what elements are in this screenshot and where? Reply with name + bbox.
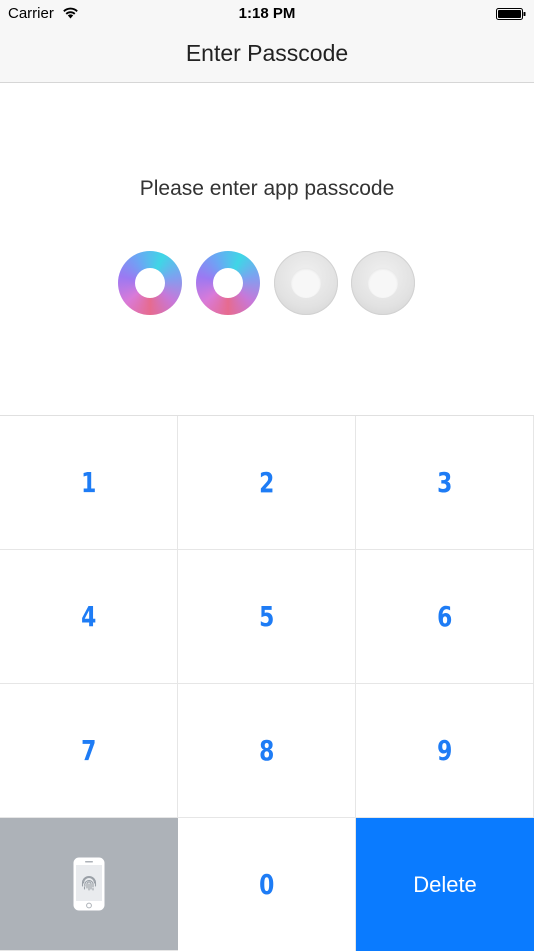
key-label: 5	[258, 600, 275, 633]
delete-label: Delete	[413, 871, 477, 897]
passcode-dot-empty	[274, 251, 338, 315]
passcode-dot-filled	[118, 251, 182, 315]
key-0[interactable]: 0	[178, 818, 356, 951]
key-5[interactable]: 5	[178, 550, 356, 684]
key-7[interactable]: 7	[0, 684, 178, 818]
key-3[interactable]: 3	[356, 416, 534, 550]
passcode-dot-empty	[351, 251, 415, 315]
key-label: 7	[80, 734, 97, 767]
battery-icon	[496, 8, 526, 20]
key-label: 0	[258, 868, 275, 901]
key-label: 4	[80, 600, 97, 633]
key-6[interactable]: 6	[356, 550, 534, 684]
phone-fingerprint-icon	[73, 857, 105, 911]
key-label: 8	[258, 734, 275, 767]
key-label: 1	[80, 466, 97, 499]
passcode-prompt: Please enter app passcode	[139, 177, 395, 200]
keypad: 1 2 3 4 5 6 7 8 9 0 Delete	[0, 415, 534, 951]
key-label: 6	[436, 600, 453, 633]
key-2[interactable]: 2	[178, 416, 356, 550]
key-label: 3	[436, 466, 453, 499]
passcode-dot-filled	[196, 251, 260, 315]
status-time: 1:18 PM	[238, 5, 296, 22]
passcode-dots	[118, 251, 418, 317]
status-bar: Carrier 1:18 PM	[0, 0, 534, 28]
key-label: 2	[258, 466, 275, 499]
page-title: Enter Passcode	[185, 40, 349, 66]
delete-button[interactable]: Delete	[356, 818, 534, 951]
key-1[interactable]: 1	[0, 416, 178, 550]
key-9[interactable]: 9	[356, 684, 534, 818]
touch-id-button[interactable]	[0, 818, 178, 951]
key-8[interactable]: 8	[178, 684, 356, 818]
navigation-bar: Enter Passcode	[0, 28, 534, 83]
key-4[interactable]: 4	[0, 550, 178, 684]
key-label: 9	[436, 734, 453, 767]
